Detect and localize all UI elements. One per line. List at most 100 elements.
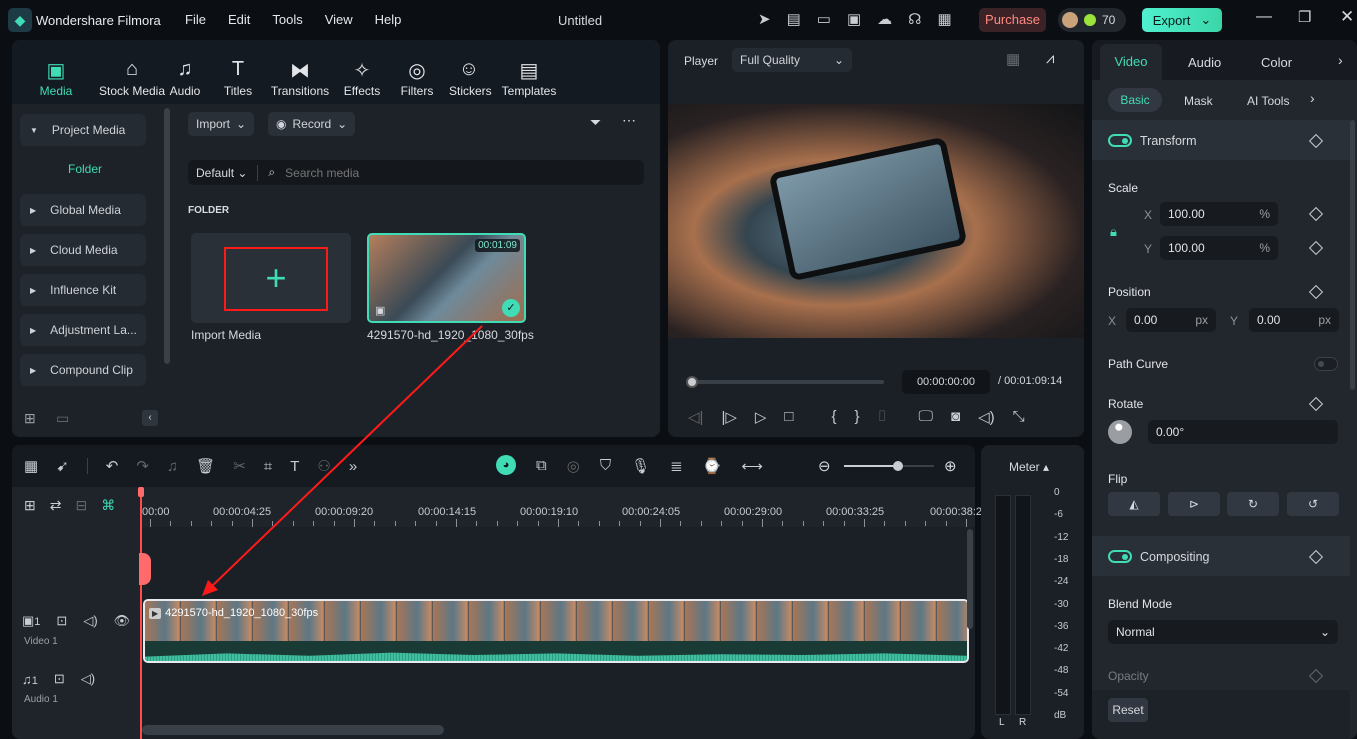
chevron-right-icon[interactable]: › xyxy=(1338,52,1343,68)
mark-out-icon[interactable]: } xyxy=(855,408,860,426)
cloud-icon[interactable]: ☁ xyxy=(877,11,908,28)
sidebar-scrollbar[interactable] xyxy=(164,108,170,364)
tab-media[interactable]: ▣ Media xyxy=(38,58,74,98)
keyframe-diamond-icon[interactable] xyxy=(1308,240,1324,256)
tab-templates[interactable]: ▤ Templates xyxy=(501,58,557,98)
sidebar-item-global-media[interactable]: ▶ Global Media xyxy=(20,194,146,226)
search-input[interactable] xyxy=(285,165,586,180)
meter-label[interactable]: Meter ▴ xyxy=(1009,460,1049,474)
playhead-marker[interactable] xyxy=(139,553,151,585)
keyframe-diamond-icon[interactable] xyxy=(1308,284,1324,300)
layout-icon[interactable]: ▦ xyxy=(24,457,38,475)
undo-icon[interactable]: ↶ xyxy=(106,457,119,475)
tab-audio[interactable]: ♫ Audio xyxy=(167,58,203,98)
add-track-icon[interactable]: ⊞ xyxy=(24,497,36,514)
shield-icon[interactable]: ⛉ xyxy=(600,457,611,475)
microphone-icon[interactable]: 🎙︎ xyxy=(631,457,650,475)
folder-icon[interactable]: ▭ xyxy=(56,410,69,427)
blend-mode-dropdown[interactable]: Normal ⌄ xyxy=(1108,620,1338,644)
play-icon[interactable]: ▷ xyxy=(755,408,767,426)
media-clip-thumbnail[interactable]: 00:01:09 ✓ ▣ xyxy=(367,233,526,323)
scale-x-field[interactable]: 100.00% xyxy=(1160,202,1278,226)
link-icon[interactable]: ⇄ xyxy=(50,497,62,514)
ai-cutout-icon[interactable]: ⚇ xyxy=(317,457,330,475)
quality-dropdown[interactable]: Full Quality ⌄ xyxy=(732,48,852,72)
keyframe-diamond-icon[interactable] xyxy=(1308,668,1324,684)
purchase-button[interactable]: Purchase xyxy=(979,8,1046,32)
sidebar-item-cloud-media[interactable]: ▶ Cloud Media xyxy=(20,234,146,266)
reset-button[interactable]: Reset xyxy=(1108,698,1148,722)
insert-icon[interactable]: ⌷ xyxy=(878,408,887,426)
headset-icon[interactable]: ☊ xyxy=(908,11,937,28)
tab-video[interactable]: Video xyxy=(1100,44,1162,80)
grid-view-icon[interactable]: ▦ xyxy=(1006,50,1020,68)
sidebar-item-influence-kit[interactable]: ▶ Influence Kit xyxy=(20,274,146,306)
lock-icon[interactable]: 🔒︎ xyxy=(1110,224,1117,240)
zoom-out-icon[interactable]: ⊖ xyxy=(818,457,831,475)
rotate-right-button[interactable]: ↻ xyxy=(1227,492,1279,516)
playhead[interactable] xyxy=(140,487,142,739)
playhead-handle[interactable] xyxy=(138,487,144,497)
audio-icon[interactable]: ♫ xyxy=(167,458,178,475)
display-icon[interactable]: 🖵 xyxy=(919,408,933,426)
sidebar-item-compound-clip[interactable]: ▶ Compound Clip xyxy=(20,354,146,386)
zoom-in-icon[interactable]: ⊕ xyxy=(944,457,957,475)
mute-icon[interactable]: ◁) xyxy=(83,613,97,629)
menu-view[interactable]: View xyxy=(325,12,353,27)
tab-transitions[interactable]: ⧓ Transitions xyxy=(270,58,330,98)
keyframe-diamond-icon[interactable] xyxy=(1308,206,1324,222)
select-arrow-icon[interactable]: ➹ xyxy=(56,457,69,475)
audio-mixer-icon[interactable]: ≣ xyxy=(670,457,683,475)
restore-button[interactable]: ❐ xyxy=(1298,8,1311,26)
tab-stock-media[interactable]: ⌂ Stock Media xyxy=(87,58,177,98)
video-clip[interactable]: ▶ 4291570-hd_1920_1080_30fps xyxy=(143,599,969,663)
close-button[interactable]: ✕ xyxy=(1340,7,1354,27)
tab-stickers[interactable]: ☺ Stickers xyxy=(449,58,492,98)
lock-track-icon[interactable]: ⊡ xyxy=(56,613,67,629)
minimize-button[interactable]: — xyxy=(1256,8,1272,26)
compositing-toggle[interactable] xyxy=(1108,550,1132,563)
properties-scrollbar[interactable] xyxy=(1350,120,1355,390)
cut-icon[interactable]: ✂ xyxy=(233,457,246,475)
mute-icon[interactable]: ◁) xyxy=(81,671,95,687)
stop-icon[interactable]: □ xyxy=(784,408,793,426)
menu-tools[interactable]: Tools xyxy=(272,12,302,27)
layout-icon[interactable]: ▭ xyxy=(817,11,847,28)
new-folder-icon[interactable]: ⊞ xyxy=(24,410,36,427)
keyframe-diamond-icon[interactable] xyxy=(1308,396,1324,412)
group-icon[interactable]: ⊟ xyxy=(75,497,87,514)
sidebar-item-folder[interactable]: Folder xyxy=(68,162,102,176)
account-credits[interactable]: 70 xyxy=(1058,8,1126,32)
save-icon[interactable]: ▣ xyxy=(847,11,877,28)
flip-horizontal-button[interactable]: ◭ xyxy=(1108,492,1160,516)
eye-icon[interactable]: 👁︎ xyxy=(114,613,131,629)
apps-grid-icon[interactable]: ▦ xyxy=(937,11,967,28)
ai-video-icon[interactable]: ⧉ xyxy=(536,457,547,475)
fit-icon[interactable]: ⟷ xyxy=(741,457,763,475)
more-icon[interactable]: ⋯ xyxy=(622,112,636,129)
transform-toggle[interactable] xyxy=(1108,134,1132,147)
timeline-h-scrollbar[interactable] xyxy=(142,725,444,735)
rotate-field[interactable]: 0.00° xyxy=(1148,420,1338,444)
record-button[interactable]: ◉ Record ⌄ xyxy=(268,112,356,136)
position-y-field[interactable]: 0.00 px xyxy=(1249,308,1339,332)
chevron-right-icon[interactable]: › xyxy=(1310,90,1315,106)
waveform-monitor-icon[interactable]: ⩘ xyxy=(1046,50,1054,67)
next-frame-icon[interactable]: |▷ xyxy=(721,408,736,426)
tab-audio[interactable]: Audio xyxy=(1188,55,1221,70)
snap-icon[interactable]: ⌘ xyxy=(101,497,115,514)
scrubber-handle[interactable] xyxy=(686,376,698,388)
task-icon[interactable]: ▤ xyxy=(787,11,817,28)
lock-track-icon[interactable]: ⊡ xyxy=(54,671,65,687)
rotate-dial[interactable] xyxy=(1108,420,1132,444)
delete-icon[interactable]: 🗑︎ xyxy=(196,457,215,475)
snapshot-icon[interactable]: ◙ xyxy=(951,408,960,426)
position-x-field[interactable]: 0.00 px xyxy=(1126,308,1216,332)
tab-effects[interactable]: ✧ Effects xyxy=(342,58,382,98)
text-icon[interactable]: T xyxy=(290,458,299,475)
volume-icon[interactable]: ◁) xyxy=(978,408,995,426)
timeline-v-scrollbar[interactable] xyxy=(967,529,973,629)
menu-help[interactable]: Help xyxy=(375,12,402,27)
export-button[interactable]: Export ⌄ xyxy=(1142,8,1222,32)
import-media-tile[interactable]: + xyxy=(191,233,351,323)
